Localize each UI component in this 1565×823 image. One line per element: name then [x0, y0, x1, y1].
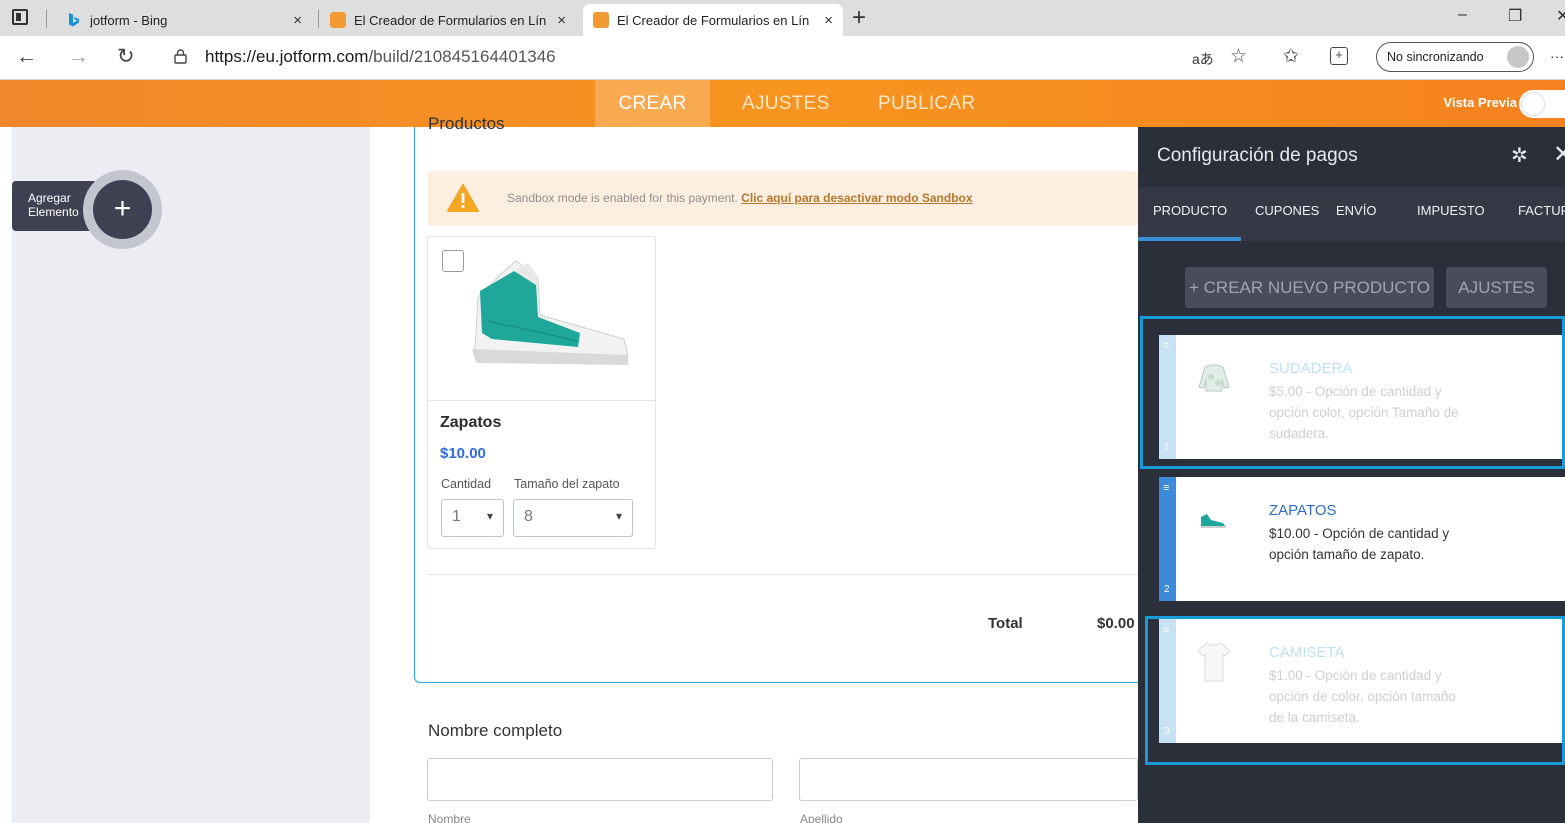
last-name-sublabel: Apellido — [800, 812, 843, 823]
product-checkbox[interactable] — [442, 250, 464, 272]
panel-title: Configuración de pagos — [1157, 145, 1358, 166]
tab-envio[interactable]: ENVÍO — [1336, 203, 1376, 218]
item-title: ZAPATOS — [1269, 502, 1337, 519]
tab-producto[interactable]: PRODUCTO — [1153, 203, 1227, 218]
quantity-select[interactable]: 1 ▾ — [441, 499, 504, 537]
browser-tab-jotform-1[interactable]: El Creador de Formularios en Lín × — [320, 4, 576, 36]
lock-icon[interactable] — [174, 49, 187, 64]
chevron-down-icon: ▾ — [486, 509, 493, 523]
drag-handle-icon: ≡ — [1163, 482, 1170, 494]
shoe-size-label: Tamaño del zapato — [514, 477, 620, 491]
product-item-zapatos[interactable]: ≡ 2 ZAPATOS $10.00 - Opción de cantidad y… — [1159, 477, 1565, 601]
tab-impuesto[interactable]: IMPUESTO — [1417, 203, 1485, 218]
item-description: $10.00 - Opción de cantidad y opción tam… — [1269, 526, 1450, 562]
new-tab-button[interactable]: + — [852, 4, 866, 32]
preview-toggle[interactable] — [1519, 90, 1565, 118]
back-arrow-icon[interactable]: ← — [16, 44, 37, 70]
gear-icon[interactable]: ✲ — [1511, 143, 1528, 168]
browser-tab-bing[interactable]: jotform - Bing × — [56, 4, 312, 36]
active-tab-indicator — [1138, 237, 1241, 241]
product-card-zapatos: Zapatos $10.00 Cantidad Tamaño del zapat… — [427, 236, 656, 549]
shoe-size-select[interactable]: 8 ▾ — [513, 499, 633, 537]
close-tab-icon[interactable]: × — [557, 12, 566, 29]
highlight-box-sudadera — [1140, 316, 1565, 469]
restore-button[interactable]: ❐ — [1508, 6, 1522, 26]
panel-tabs: PRODUCTO CUPONES ENVÍO IMPUESTO FACTURA — [1138, 187, 1565, 241]
minimize-button[interactable]: – — [1458, 6, 1467, 24]
profile-avatar-icon — [1507, 46, 1529, 68]
quantity-label: Cantidad — [441, 477, 492, 491]
browser-toolbar: ← → ↻ https://eu.jotform.com/build/21084… — [0, 36, 1565, 80]
jotform-icon — [330, 12, 346, 28]
chevron-down-icon: ▾ — [615, 509, 622, 523]
browser-tab-jotform-2[interactable]: El Creador de Formularios en Lín × — [583, 4, 843, 36]
panel-settings-button[interactable]: AJUSTES — [1446, 267, 1547, 308]
product-price: $10.00 — [440, 445, 486, 462]
tab-ajustes[interactable]: AJUSTES — [742, 80, 830, 127]
plus-icon: + — [93, 180, 152, 239]
last-name-input[interactable] — [799, 758, 1138, 801]
close-tab-icon[interactable]: × — [293, 12, 302, 29]
first-name-sublabel: Nombre — [428, 812, 471, 823]
product-name: Zapatos — [440, 414, 502, 431]
jotform-icon — [593, 12, 609, 28]
close-window-button[interactable]: ✕ — [1556, 6, 1565, 26]
tab-actions-icon[interactable] — [12, 9, 28, 25]
sandbox-warning: Sandbox mode is enabled for this payment… — [428, 171, 1138, 226]
fullname-label: Nombre completo — [428, 721, 563, 740]
builder-top-nav: CREAR AJUSTES PUBLICAR Vista Previa — [0, 80, 1565, 127]
total-value: $0.00 — [1097, 615, 1135, 632]
products-title: Productos — [428, 114, 505, 132]
drag-handle[interactable]: ≡ 2 — [1159, 477, 1176, 601]
disable-sandbox-link[interactable]: Clic aquí para desactivar modo Sandbox — [741, 191, 972, 205]
more-menu-icon[interactable]: ··· — [1550, 48, 1564, 64]
tab-factura[interactable]: FACTURA — [1518, 203, 1565, 218]
read-aloud-icon[interactable]: aあ — [1192, 49, 1214, 69]
left-edge — [0, 127, 12, 823]
sync-status-button[interactable]: No sincronizando — [1376, 42, 1534, 72]
close-tab-icon[interactable]: × — [824, 12, 833, 29]
sandbox-message: Sandbox mode is enabled for this payment… — [507, 191, 738, 205]
bing-icon — [66, 12, 82, 28]
forward-arrow-icon[interactable]: → — [68, 44, 89, 70]
url-field[interactable]: https://eu.jotform.com/build/21084516440… — [205, 47, 556, 67]
collections-icon[interactable]: + — [1330, 47, 1348, 65]
create-product-button[interactable]: + CREAR NUEVO PRODUCTO — [1185, 267, 1434, 308]
divider — [427, 574, 1138, 575]
tab-cupones[interactable]: CUPONES — [1255, 203, 1319, 218]
warning-icon — [446, 183, 480, 213]
close-icon[interactable]: ✕ — [1553, 140, 1565, 169]
shoe-icon — [1199, 513, 1229, 534]
favorite-star-icon[interactable]: ☆ — [1230, 45, 1247, 68]
add-element-plus-button[interactable]: + — [83, 170, 162, 249]
tab-crear[interactable]: CREAR — [595, 80, 710, 127]
tab-publicar[interactable]: PUBLICAR — [878, 80, 975, 127]
preview-label: Vista Previa — [1443, 95, 1517, 110]
first-name-input[interactable] — [427, 758, 773, 801]
refresh-icon[interactable]: ↻ — [117, 44, 135, 70]
browser-tab-strip: jotform - Bing × El Creador de Formulari… — [0, 0, 1565, 36]
highlight-box-camiseta — [1145, 616, 1565, 765]
total-label: Total — [988, 615, 1023, 632]
favorites-list-icon[interactable]: ✩ — [1283, 45, 1299, 68]
